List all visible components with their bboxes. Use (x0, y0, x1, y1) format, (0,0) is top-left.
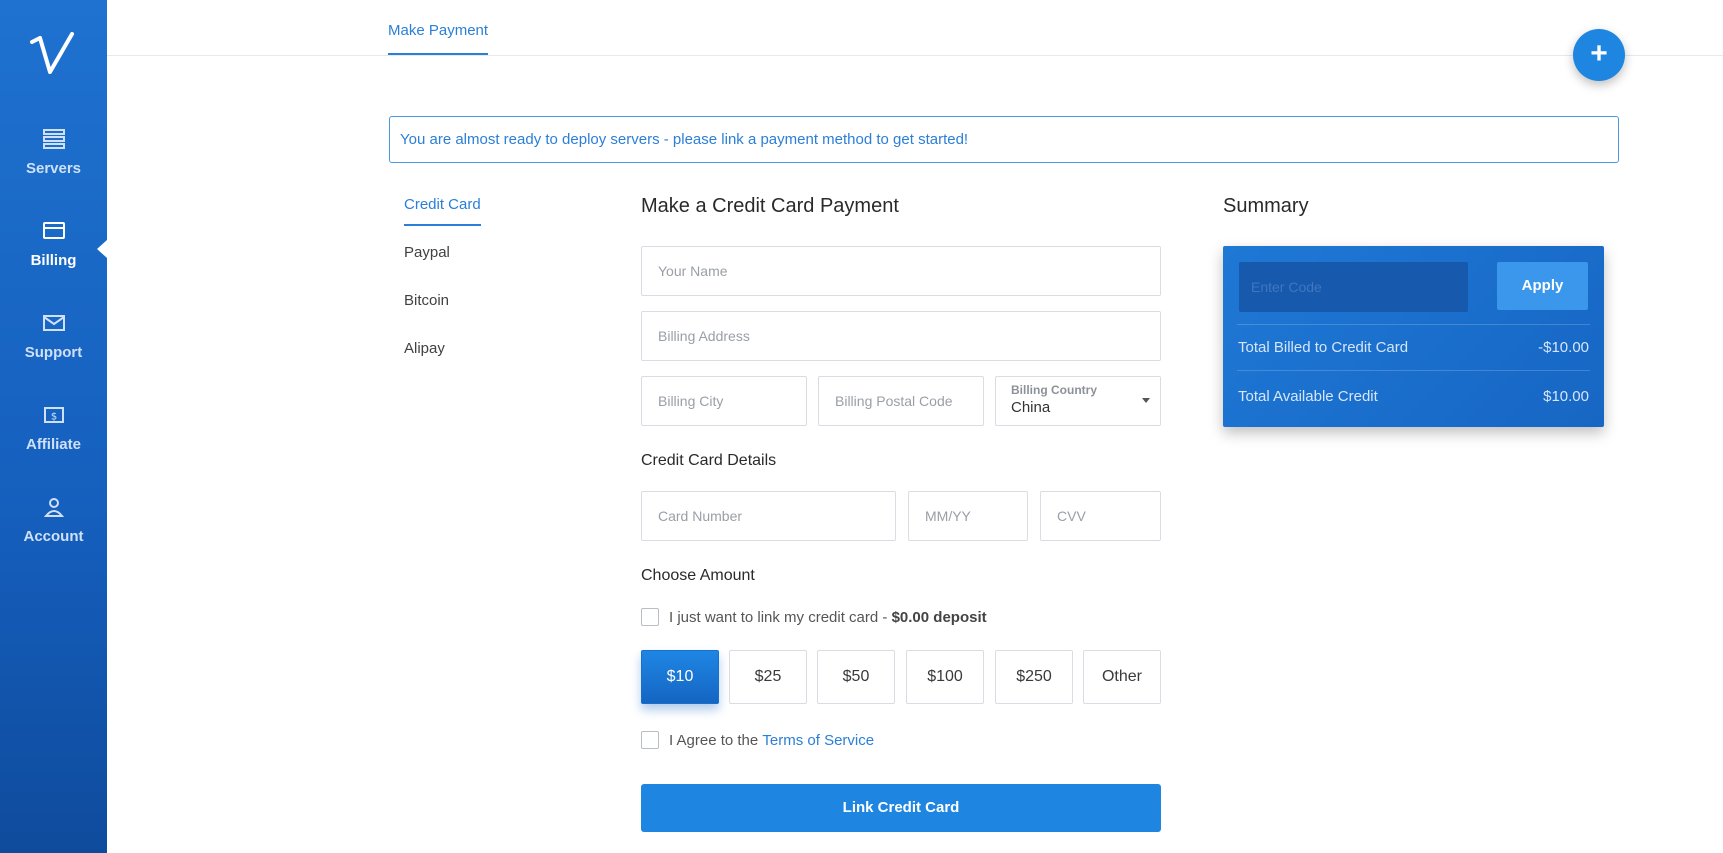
link-only-text: I just want to link my credit card - (669, 608, 892, 626)
country-select[interactable]: Billing Country China (995, 376, 1161, 426)
amount-button-10[interactable]: $10 (641, 650, 719, 704)
name-field (641, 246, 1161, 296)
terms-link[interactable]: Terms of Service (762, 732, 874, 749)
info-alert: You are almost ready to deploy servers -… (389, 116, 1619, 163)
summary-row-value: $10.00 (1543, 388, 1589, 405)
sidebar-item-label: Servers (25, 160, 82, 177)
expiry-field (908, 491, 1028, 541)
postal-code-input[interactable] (819, 377, 983, 425)
top-tabs-bar: Make Payment (107, 0, 1723, 56)
svg-text:$: $ (50, 412, 56, 423)
sidebar-item-label: Billing (30, 252, 77, 269)
sidebar-item-account[interactable]: Account (0, 496, 107, 545)
sidebar-item-label: Account (23, 528, 84, 545)
postal-field (818, 376, 984, 426)
summary-card: Apply Total Billed to Credit Card -$10.0… (1223, 246, 1604, 427)
add-button[interactable]: + (1573, 29, 1625, 81)
amount-button-other[interactable]: Other (1083, 650, 1161, 704)
sidebar-item-affiliate[interactable]: $ Affiliate (0, 404, 107, 453)
city-field (641, 376, 807, 426)
sidebar: Servers Billing Support $ Affiliate Acco… (0, 0, 107, 853)
apply-button[interactable]: Apply (1497, 262, 1588, 310)
promo-code-input[interactable] (1239, 262, 1468, 312)
tab-make-payment[interactable]: Make Payment (388, 22, 489, 55)
amount-button-50[interactable]: $50 (817, 650, 895, 704)
sidebar-item-servers[interactable]: Servers (0, 128, 107, 177)
country-select-label: Billing Country (1011, 383, 1097, 397)
link-only-checkbox[interactable] (641, 608, 659, 626)
summary-title: Summary (1223, 195, 1309, 217)
card-number-field (641, 491, 896, 541)
sidebar-item-billing[interactable]: Billing (0, 220, 107, 269)
summary-divider (1237, 370, 1590, 371)
cvv-input[interactable] (1041, 492, 1160, 540)
amount-button-25[interactable]: $25 (729, 650, 807, 704)
active-indicator (97, 240, 107, 258)
card-number-input[interactable] (642, 492, 895, 540)
method-tab-paypal[interactable]: Paypal (404, 244, 450, 261)
method-tab-credit-card[interactable]: Credit Card (404, 196, 481, 226)
summary-row-billed: Total Billed to Credit Card -$10.00 (1238, 339, 1589, 356)
link-only-amount: $0.00 deposit (891, 608, 987, 626)
terms-text: I Agree to the (669, 731, 763, 749)
form-title: Make a Credit Card Payment (641, 195, 899, 217)
link-credit-card-button[interactable]: Link Credit Card (641, 784, 1161, 832)
name-input[interactable] (642, 247, 1160, 295)
method-tab-bitcoin[interactable]: Bitcoin (404, 292, 449, 309)
credit-card-icon (41, 220, 67, 242)
link-only-row: I just want to link my credit card - $0.… (641, 608, 987, 626)
sidebar-item-support[interactable]: Support (0, 312, 107, 361)
terms-row: I Agree to the Terms of Service (641, 731, 874, 749)
user-icon (41, 496, 67, 518)
chevron-down-icon (1142, 398, 1150, 403)
sidebar-item-label: Support (24, 344, 83, 361)
cvv-field (1040, 491, 1161, 541)
logo-icon[interactable] (28, 28, 76, 80)
method-tab-alipay[interactable]: Alipay (404, 340, 445, 357)
city-input[interactable] (642, 377, 806, 425)
terms-checkbox[interactable] (641, 731, 659, 749)
expiry-input[interactable] (909, 492, 1027, 540)
country-select-value: China (1011, 399, 1051, 416)
summary-row-label: Total Billed to Credit Card (1238, 339, 1409, 356)
choose-amount-heading: Choose Amount (641, 567, 755, 584)
amount-button-100[interactable]: $100 (906, 650, 984, 704)
sidebar-item-label: Affiliate (25, 436, 81, 453)
dollar-bill-icon: $ (41, 404, 67, 426)
summary-divider (1237, 324, 1590, 325)
address-input[interactable] (642, 312, 1160, 360)
summary-row-credit: Total Available Credit $10.00 (1238, 388, 1589, 405)
summary-row-value: -$10.00 (1538, 339, 1589, 356)
card-details-heading: Credit Card Details (641, 452, 777, 469)
servers-icon (41, 128, 67, 150)
amount-button-250[interactable]: $250 (995, 650, 1073, 704)
summary-row-label: Total Available Credit (1238, 388, 1378, 405)
envelope-icon (41, 312, 67, 334)
promo-code-field (1239, 262, 1468, 312)
address-field (641, 311, 1161, 361)
